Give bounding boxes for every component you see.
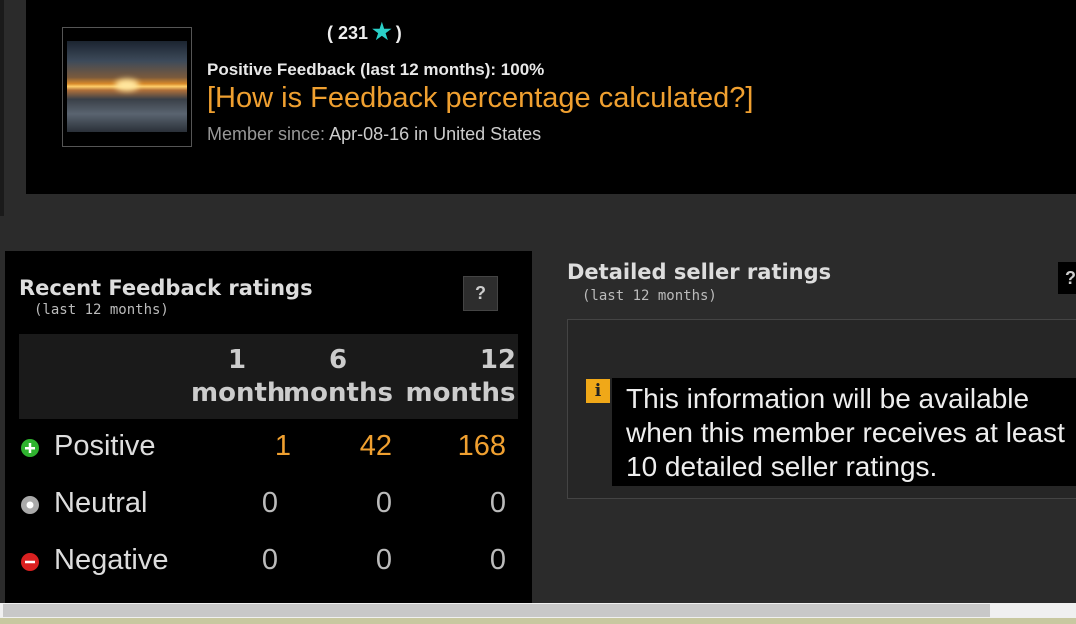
detailed-ratings-info-text: This information will be available when … xyxy=(612,378,1076,486)
username[interactable] xyxy=(206,18,316,38)
info-icon: i xyxy=(586,379,610,403)
row-label-neutral: Neutral xyxy=(54,487,148,519)
recent-feedback-title: Recent Feedback ratings xyxy=(19,276,313,300)
star-icon: ★ xyxy=(372,19,392,44)
rating-row-positive: Positive 1 42 168 xyxy=(19,423,518,473)
column-1-month: 1 month xyxy=(191,345,286,408)
detailed-ratings-title: Detailed seller ratings xyxy=(567,260,832,284)
neutral-12-months: 0 xyxy=(489,487,506,519)
score-close: ) xyxy=(395,23,402,43)
detailed-help-button[interactable]: ? xyxy=(1058,262,1076,294)
avatar[interactable] xyxy=(62,27,192,147)
neutral-1-month: 0 xyxy=(261,487,278,519)
neutral-6-months: 0 xyxy=(375,487,392,519)
positive-1-month[interactable]: 1 xyxy=(231,430,291,463)
plus-icon xyxy=(21,439,39,457)
row-label-negative: Negative xyxy=(54,544,169,576)
recent-feedback-subtitle: (last 12 months) xyxy=(34,302,169,318)
feedback-calculation-link[interactable]: [How is Feedback percentage calculated?] xyxy=(207,82,753,115)
recent-help-button[interactable]: ? xyxy=(463,276,498,311)
row-label-positive: Positive xyxy=(54,430,156,462)
ratings-table-header: 1 month 6 months 12 months xyxy=(19,334,518,419)
column-6-months: 6 months xyxy=(283,345,393,408)
page-left-strip xyxy=(0,0,4,216)
negative-6-months: 0 xyxy=(375,544,392,576)
positive-12-months[interactable]: 168 xyxy=(446,430,506,463)
scrollbar-thumb[interactable] xyxy=(3,604,990,617)
member-since: Member since: Apr-08-16 in United States xyxy=(207,124,541,145)
negative-1-month: 0 xyxy=(261,544,278,576)
feedback-score[interactable]: ( 231 ★) xyxy=(327,19,402,45)
positive-feedback: Positive Feedback (last 12 months): 100% xyxy=(207,60,545,79)
score-value: ( 231 xyxy=(327,23,369,43)
horizontal-scrollbar[interactable] xyxy=(0,603,1076,618)
rating-row-negative: Negative 0 0 0 xyxy=(19,537,518,587)
rating-row-neutral: Neutral 0 0 0 xyxy=(19,480,518,530)
recent-feedback-panel: Recent Feedback ratings (last 12 months)… xyxy=(5,251,532,603)
positive-6-months[interactable]: 42 xyxy=(332,430,392,463)
minus-icon xyxy=(21,553,39,571)
column-12-months: 12 months xyxy=(405,345,516,408)
avatar-image xyxy=(67,41,187,132)
dot-icon xyxy=(21,496,39,514)
taskbar-strip xyxy=(0,618,1076,624)
negative-12-months: 0 xyxy=(489,544,506,576)
detailed-ratings-subtitle: (last 12 months) xyxy=(582,288,717,304)
member-since-value: Apr-08-16 in United States xyxy=(329,124,542,144)
member-since-label: Member since: xyxy=(207,124,326,144)
